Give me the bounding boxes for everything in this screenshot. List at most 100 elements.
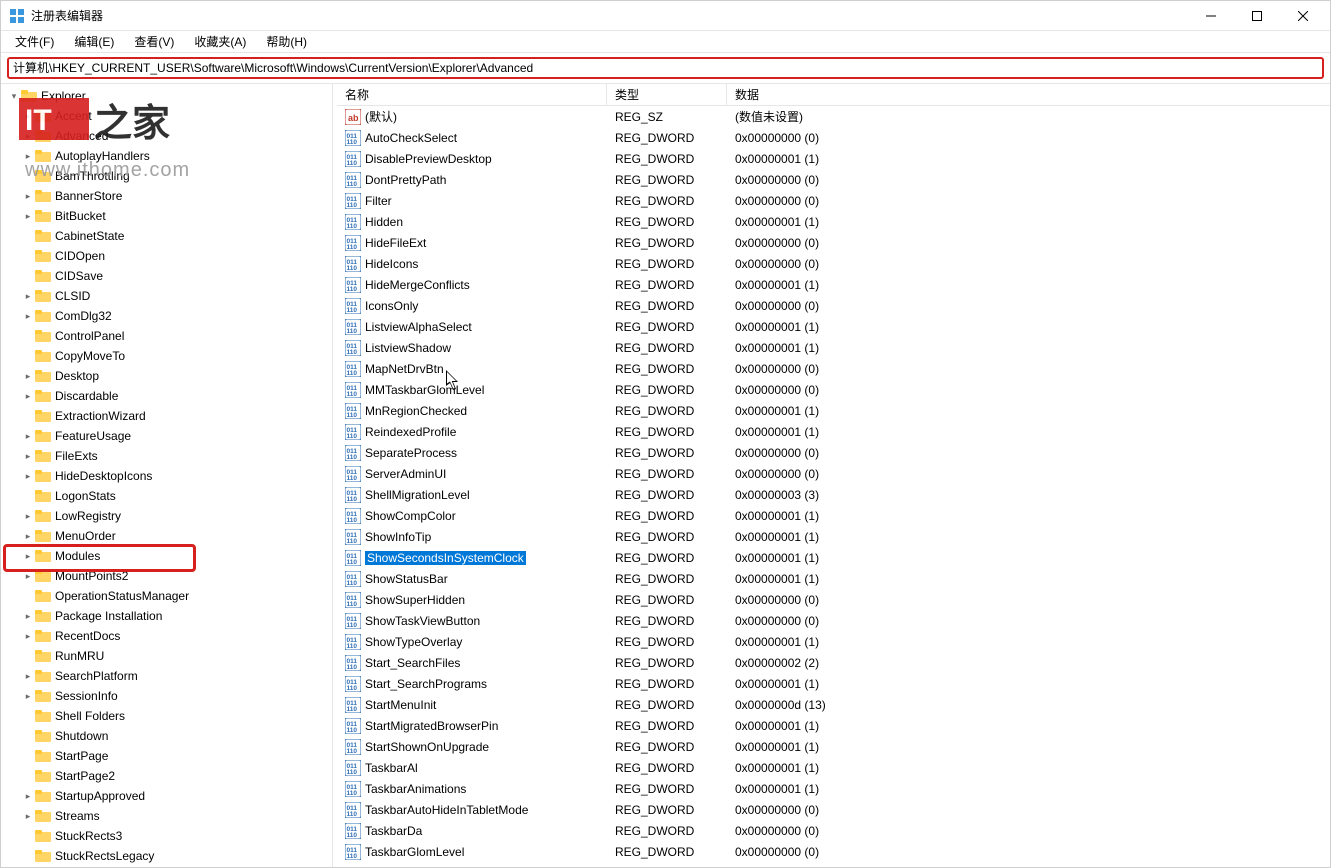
list-row[interactable]: TaskbarGlomLevelREG_DWORD0x00000000 (0) — [337, 841, 1330, 862]
chevron-right-icon[interactable]: ▸ — [21, 431, 35, 442]
chevron-right-icon[interactable]: ▸ — [21, 311, 35, 322]
list-row[interactable]: ShowTaskViewButtonREG_DWORD0x00000000 (0… — [337, 610, 1330, 631]
list-row[interactable]: DisablePreviewDesktopREG_DWORD0x00000001… — [337, 148, 1330, 169]
chevron-right-icon[interactable]: ▸ — [21, 111, 35, 122]
tree-item[interactable]: ▸FeatureUsage — [1, 426, 332, 446]
list-row[interactable]: MMTaskbarGlomLevelREG_DWORD0x00000000 (0… — [337, 379, 1330, 400]
tree-item[interactable]: ▸SearchPlatform — [1, 666, 332, 686]
tree-item[interactable]: ▸MenuOrder — [1, 526, 332, 546]
list-row[interactable]: ShowTypeOverlayREG_DWORD0x00000001 (1) — [337, 631, 1330, 652]
tree-item[interactable]: Shutdown — [1, 726, 332, 746]
menu-file[interactable]: 文件(F) — [5, 31, 64, 52]
tree-item[interactable]: CIDSave — [1, 266, 332, 286]
list-row[interactable]: HideFileExtREG_DWORD0x00000000 (0) — [337, 232, 1330, 253]
chevron-right-icon[interactable]: ▸ — [21, 151, 35, 162]
chevron-right-icon[interactable]: ▸ — [21, 471, 35, 482]
tree-item[interactable]: ▸BannerStore — [1, 186, 332, 206]
tree-item[interactable]: ▸FileExts — [1, 446, 332, 466]
tree-item[interactable]: Shell Folders — [1, 706, 332, 726]
tree-item[interactable]: CabinetState — [1, 226, 332, 246]
list-row[interactable]: StartShownOnUpgradeREG_DWORD0x00000001 (… — [337, 736, 1330, 757]
tree-item[interactable]: ▸StartupApproved — [1, 786, 332, 806]
chevron-right-icon[interactable]: ▸ — [21, 811, 35, 822]
menu-view[interactable]: 查看(V) — [124, 31, 184, 52]
close-button[interactable] — [1280, 1, 1326, 31]
tree-item[interactable]: ▸Advanced — [1, 126, 332, 146]
minimize-button[interactable] — [1188, 1, 1234, 31]
chevron-right-icon[interactable]: ▸ — [21, 451, 35, 462]
tree-item[interactable]: ▸Accent — [1, 106, 332, 126]
chevron-right-icon[interactable]: ▸ — [21, 671, 35, 682]
tree-item[interactable]: ▸Desktop — [1, 366, 332, 386]
list-row[interactable]: ServerAdminUIREG_DWORD0x00000000 (0) — [337, 463, 1330, 484]
list-row[interactable]: ShowStatusBarREG_DWORD0x00000001 (1) — [337, 568, 1330, 589]
tree-item[interactable]: ▸ComDlg32 — [1, 306, 332, 326]
maximize-button[interactable] — [1234, 1, 1280, 31]
list-body[interactable]: (默认)REG_SZ(数值未设置)AutoCheckSelectREG_DWOR… — [337, 106, 1330, 867]
list-row[interactable]: TaskbarAnimationsREG_DWORD0x00000001 (1) — [337, 778, 1330, 799]
column-header-data[interactable]: 数据 — [727, 84, 1330, 105]
tree-item[interactable]: ▸Discardable — [1, 386, 332, 406]
chevron-right-icon[interactable]: ▸ — [21, 691, 35, 702]
chevron-right-icon[interactable]: ▸ — [21, 631, 35, 642]
tree-item[interactable]: ▸CLSID — [1, 286, 332, 306]
tree-item[interactable]: ▸Package Installation — [1, 606, 332, 626]
chevron-right-icon[interactable]: ▸ — [21, 611, 35, 622]
tree-item[interactable]: ▸RecentDocs — [1, 626, 332, 646]
list-row[interactable]: ShowInfoTipREG_DWORD0x00000001 (1) — [337, 526, 1330, 547]
tree-item[interactable]: BamThrottling — [1, 166, 332, 186]
list-row[interactable]: Start_SearchProgramsREG_DWORD0x00000001 … — [337, 673, 1330, 694]
column-header-type[interactable]: 类型 — [607, 84, 727, 105]
list-row[interactable]: (默认)REG_SZ(数值未设置) — [337, 106, 1330, 127]
chevron-right-icon[interactable]: ▸ — [21, 391, 35, 402]
tree-item[interactable]: ▸LowRegistry — [1, 506, 332, 526]
menu-favorites[interactable]: 收藏夹(A) — [184, 31, 256, 52]
chevron-down-icon[interactable]: ▾ — [7, 91, 21, 102]
tree-pane[interactable]: IT 之家 www.ithome.com ▾Explorer▸Accent▸Ad… — [1, 84, 333, 867]
list-row[interactable]: DontPrettyPathREG_DWORD0x00000000 (0) — [337, 169, 1330, 190]
list-row[interactable]: TaskbarAlREG_DWORD0x00000001 (1) — [337, 757, 1330, 778]
list-row[interactable]: StartMigratedBrowserPinREG_DWORD0x000000… — [337, 715, 1330, 736]
tree-item[interactable]: CopyMoveTo — [1, 346, 332, 366]
list-row[interactable]: HideIconsREG_DWORD0x00000000 (0) — [337, 253, 1330, 274]
chevron-right-icon[interactable]: ▸ — [21, 131, 35, 142]
list-row[interactable]: Start_SearchFilesREG_DWORD0x00000002 (2) — [337, 652, 1330, 673]
tree-item[interactable]: ControlPanel — [1, 326, 332, 346]
list-row[interactable]: TaskbarDaREG_DWORD0x00000000 (0) — [337, 820, 1330, 841]
menu-help[interactable]: 帮助(H) — [256, 31, 317, 52]
tree-item[interactable]: StartPage2 — [1, 766, 332, 786]
chevron-right-icon[interactable]: ▸ — [21, 191, 35, 202]
chevron-right-icon[interactable]: ▸ — [21, 531, 35, 542]
chevron-right-icon[interactable]: ▸ — [21, 571, 35, 582]
list-row[interactable]: IconsOnlyREG_DWORD0x00000000 (0) — [337, 295, 1330, 316]
list-row[interactable]: TaskbarAutoHideInTabletModeREG_DWORD0x00… — [337, 799, 1330, 820]
list-row[interactable]: ShellMigrationLevelREG_DWORD0x00000003 (… — [337, 484, 1330, 505]
tree-item[interactable]: CIDOpen — [1, 246, 332, 266]
menu-edit[interactable]: 编辑(E) — [64, 31, 124, 52]
tree-item[interactable]: StartPage — [1, 746, 332, 766]
chevron-right-icon[interactable]: ▸ — [21, 371, 35, 382]
list-row[interactable]: HideMergeConflictsREG_DWORD0x00000001 (1… — [337, 274, 1330, 295]
tree-item[interactable]: ▸Modules — [1, 546, 332, 566]
list-row[interactable]: AutoCheckSelectREG_DWORD0x00000000 (0) — [337, 127, 1330, 148]
column-header-name[interactable]: 名称 — [337, 84, 607, 105]
tree-item[interactable]: ▸AutoplayHandlers — [1, 146, 332, 166]
list-row[interactable]: ReindexedProfileREG_DWORD0x00000001 (1) — [337, 421, 1330, 442]
list-row[interactable]: MnRegionCheckedREG_DWORD0x00000001 (1) — [337, 400, 1330, 421]
list-row[interactable]: StartMenuInitREG_DWORD0x0000000d (13) — [337, 694, 1330, 715]
list-row[interactable]: ShowSuperHiddenREG_DWORD0x00000000 (0) — [337, 589, 1330, 610]
list-row[interactable]: ShowCompColorREG_DWORD0x00000001 (1) — [337, 505, 1330, 526]
address-input[interactable] — [9, 60, 1322, 76]
list-row[interactable]: MapNetDrvBtnREG_DWORD0x00000000 (0) — [337, 358, 1330, 379]
list-row[interactable]: HiddenREG_DWORD0x00000001 (1) — [337, 211, 1330, 232]
chevron-right-icon[interactable]: ▸ — [21, 291, 35, 302]
tree-item[interactable]: ▾Explorer — [1, 86, 332, 106]
tree-item[interactable]: LogonStats — [1, 486, 332, 506]
tree-item[interactable]: ▸HideDesktopIcons — [1, 466, 332, 486]
chevron-right-icon[interactable]: ▸ — [21, 791, 35, 802]
tree-item[interactable]: ▸SessionInfo — [1, 686, 332, 706]
tree-item[interactable]: OperationStatusManager — [1, 586, 332, 606]
list-row[interactable]: SeparateProcessREG_DWORD0x00000000 (0) — [337, 442, 1330, 463]
tree-item[interactable]: ExtractionWizard — [1, 406, 332, 426]
list-row[interactable]: ListviewAlphaSelectREG_DWORD0x00000001 (… — [337, 316, 1330, 337]
